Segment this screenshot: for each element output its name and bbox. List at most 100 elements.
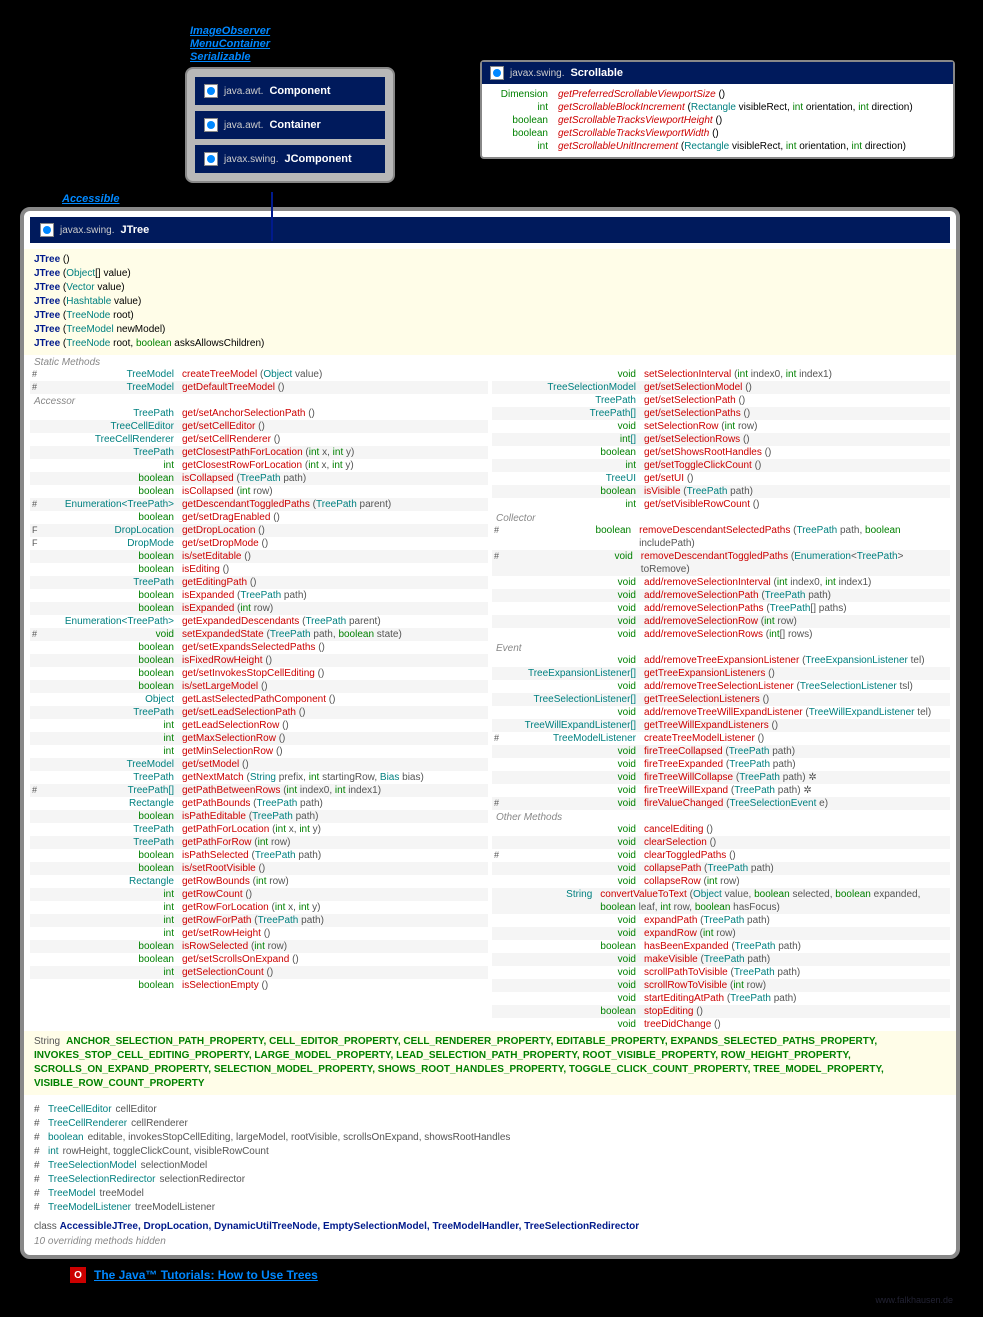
method-row: booleanget/setScrollsOnExpand (): [30, 953, 488, 966]
method-row: TreePathgetClosestPathForLocation (int x…: [30, 446, 488, 459]
method-row: intgetClosestRowForLocation (int x, int …: [30, 459, 488, 472]
oracle-icon: O: [70, 1267, 86, 1283]
method-row: intget/setVisibleRowCount (): [492, 498, 950, 511]
method-row: #TreeModelcreateTreeModel (Object value): [30, 368, 488, 381]
java-icon: [204, 118, 218, 132]
method-row: booleanget/setShowsRootHandles (): [492, 446, 950, 459]
method-row: booleanisRowSelected (int row): [30, 940, 488, 953]
method-row: TreeSelectionModelget/setSelectionModel …: [492, 381, 950, 394]
method-row: voidclearSelection (): [492, 836, 950, 849]
method-row: voidadd/removeSelectionRow (int row): [492, 615, 950, 628]
hierarchy-box: java.awt.Component java.awt.Container ja…: [185, 67, 395, 183]
method-row: booleanis/setEditable (): [30, 550, 488, 563]
method-row: intgetRowForLocation (int x, int y): [30, 901, 488, 914]
section-accessor: Accessor: [30, 394, 488, 407]
method-row: voidadd/removeSelectionPath (TreePath pa…: [492, 589, 950, 602]
java-icon: [40, 223, 54, 237]
method-row: booleanisCollapsed (TreePath path): [30, 472, 488, 485]
method-row: voidfireTreeWillExpand (TreePath path) ✲: [492, 784, 950, 797]
method-row: booleanisEditing (): [30, 563, 488, 576]
method-row: Enumeration<TreePath>getExpandedDescenda…: [30, 615, 488, 628]
method-row: voidadd/removeSelectionInterval (int ind…: [492, 576, 950, 589]
method-row: booleanisCollapsed (int row): [30, 485, 488, 498]
hierarchy-jcomponent: javax.swing.JComponent: [195, 145, 385, 173]
method-row: #TreeModelListenercreateTreeModelListene…: [492, 732, 950, 745]
method-row: StringconvertValueToText (Object value, …: [492, 888, 950, 914]
method-row: TreeCellRendererget/setCellRenderer (): [30, 433, 488, 446]
method-row: voidexpandPath (TreePath path): [492, 914, 950, 927]
method-row: ObjectgetLastSelectedPathComponent (): [30, 693, 488, 706]
scrollable-interface-box: javax.swing.Scrollable DimensiongetPrefe…: [480, 60, 955, 159]
method-row: booleanisVisible (TreePath path): [492, 485, 950, 498]
method-row: #Enumeration<TreePath>getDescendantToggl…: [30, 498, 488, 511]
method-row: intgetRowCount (): [30, 888, 488, 901]
method-row: TreePathget/setSelectionPath (): [492, 394, 950, 407]
method-row: booleanstopEditing (): [492, 1005, 950, 1018]
section-event: Event: [492, 641, 950, 654]
section-other: Other Methods: [492, 810, 950, 823]
method-row: booleanisPathEditable (TreePath path): [30, 810, 488, 823]
method-row: intgetRowForPath (TreePath path): [30, 914, 488, 927]
method-row: voidadd/removeTreeSelectionListener (Tre…: [492, 680, 950, 693]
method-row: voidsetSelectionInterval (int index0, in…: [492, 368, 950, 381]
method-row: TreePath[]get/setSelectionPaths (): [492, 407, 950, 420]
method-row: voidadd/removeTreeWillExpandListener (Tr…: [492, 706, 950, 719]
inner-classes: class AccessibleJTree, DropLocation, Dyn…: [24, 1219, 956, 1234]
method-row: #voidremoveDescendantToggledPaths (Enume…: [492, 550, 950, 576]
method-row: voidfireTreeExpanded (TreePath path): [492, 758, 950, 771]
method-row: voidscrollPathToVisible (TreePath path): [492, 966, 950, 979]
method-row: #TreePath[]getPathBetweenRows (int index…: [30, 784, 488, 797]
method-row: voidcancelEditing (): [492, 823, 950, 836]
method-row: RectanglegetPathBounds (TreePath path): [30, 797, 488, 810]
method-row: TreePathgetNextMatch (String prefix, int…: [30, 771, 488, 784]
method-row: voidcollapsePath (TreePath path): [492, 862, 950, 875]
method-row: voidfireTreeCollapsed (TreePath path): [492, 745, 950, 758]
method-row: voidcollapseRow (int row): [492, 875, 950, 888]
method-row: booleanisPathSelected (TreePath path): [30, 849, 488, 862]
method-row: booleanisExpanded (TreePath path): [30, 589, 488, 602]
connector-line: [271, 192, 273, 241]
method-row: intgetLeadSelectionRow (): [30, 719, 488, 732]
section-static: Static Methods: [30, 355, 488, 368]
java-icon: [204, 84, 218, 98]
method-row: FDropLocationgetDropLocation (): [30, 524, 488, 537]
hierarchy-component: java.awt.Component: [195, 77, 385, 105]
footer-url: www.falkhausen.de: [875, 1295, 953, 1305]
fields-block: #TreeCellEditor cellEditor#TreeCellRende…: [24, 1099, 956, 1219]
method-row: FDropModeget/setDropMode (): [30, 537, 488, 550]
java-icon: [490, 66, 504, 80]
method-row: voidscrollRowToVisible (int row): [492, 979, 950, 992]
method-row: TreeCellEditorget/setCellEditor (): [30, 420, 488, 433]
method-row: TreePathgetEditingPath (): [30, 576, 488, 589]
method-row: TreeSelectionListener[]getTreeSelectionL…: [492, 693, 950, 706]
method-row: voidadd/removeSelectionRows (int[] rows): [492, 628, 950, 641]
method-row: TreePathget/setAnchorSelectionPath (): [30, 407, 488, 420]
method-row: #voidfireValueChanged (TreeSelectionEven…: [492, 797, 950, 810]
tutorial-link[interactable]: O The Java™ Tutorials: How to Use Trees: [70, 1267, 963, 1283]
method-row: voidsetSelectionRow (int row): [492, 420, 950, 433]
method-row: voidfireTreeWillCollapse (TreePath path)…: [492, 771, 950, 784]
method-row: TreePathgetPathForLocation (int x, int y…: [30, 823, 488, 836]
method-row: TreeWillExpandListener[]getTreeWillExpan…: [492, 719, 950, 732]
method-row: voidadd/removeTreeExpansionListener (Tre…: [492, 654, 950, 667]
method-row: booleanget/setDragEnabled (): [30, 511, 488, 524]
method-row: booleanisSelectionEmpty (): [30, 979, 488, 992]
method-row: intgetSelectionCount (): [30, 966, 488, 979]
method-row: #voidclearToggledPaths (): [492, 849, 950, 862]
method-row: intget/setRowHeight (): [30, 927, 488, 940]
method-row: #voidsetExpandedState (TreePath path, bo…: [30, 628, 488, 641]
method-row: #TreeModelgetDefaultTreeModel (): [30, 381, 488, 394]
hierarchy-container: java.awt.Container: [195, 111, 385, 139]
method-row: TreeUIget/setUI (): [492, 472, 950, 485]
java-icon: [204, 152, 218, 166]
method-row: booleanisExpanded (int row): [30, 602, 488, 615]
method-row: TreePathgetPathForRow (int row): [30, 836, 488, 849]
method-row: voidtreeDidChange (): [492, 1018, 950, 1031]
method-row: #booleanremoveDescendantSelectedPaths (T…: [492, 524, 950, 550]
method-row: booleanhasBeenExpanded (TreePath path): [492, 940, 950, 953]
method-row: voidadd/removeSelectionPaths (TreePath[]…: [492, 602, 950, 615]
method-row: TreeModelget/setModel (): [30, 758, 488, 771]
method-row: voidmakeVisible (TreePath path): [492, 953, 950, 966]
accessible-label: Accessible: [62, 193, 963, 205]
method-row: booleanis/setRootVisible (): [30, 862, 488, 875]
